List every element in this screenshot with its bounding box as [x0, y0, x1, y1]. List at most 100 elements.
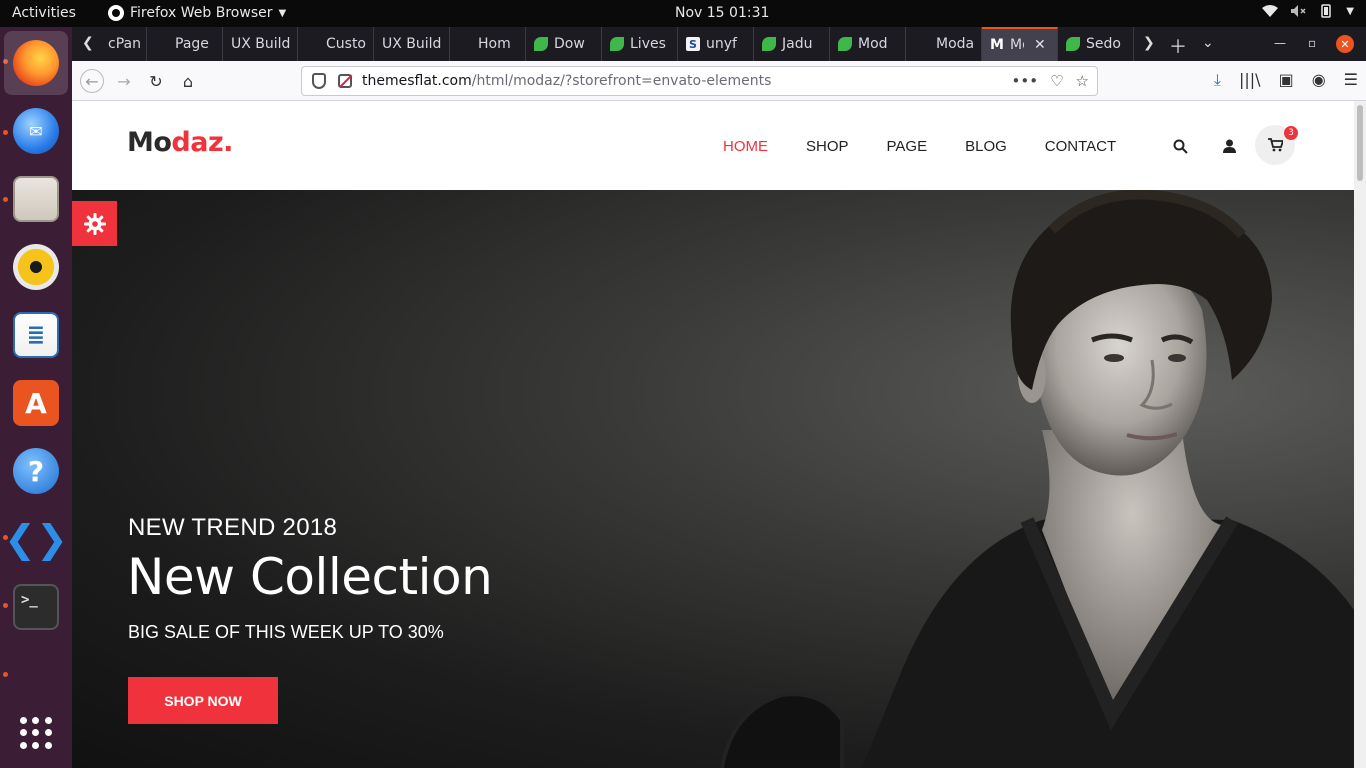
- site-logo[interactable]: Modaz.: [127, 127, 233, 158]
- vscode-icon: ❮❯: [4, 517, 68, 561]
- firefox-icon: [13, 40, 59, 86]
- dock-vscode[interactable]: ❮❯: [4, 507, 68, 571]
- tab-title: Custo: [326, 36, 366, 52]
- logo-accent: daz.: [171, 127, 233, 158]
- help-icon: ?: [13, 448, 59, 494]
- modaz-favicon-icon: M: [990, 37, 1004, 53]
- menu-icon[interactable]: ☰: [1344, 70, 1358, 90]
- insecure-lock-icon[interactable]: [338, 74, 352, 88]
- hero-subline: BIG SALE OF THIS WEEK UP TO 30%: [128, 622, 444, 642]
- tab-scroll-left-icon[interactable]: ❮: [82, 35, 94, 51]
- main-navigation: HOME SHOP PAGE BLOG CONTACT: [723, 138, 1154, 155]
- reload-icon[interactable]: ↻: [144, 69, 168, 93]
- writer-icon: ≣: [13, 312, 59, 358]
- pocket-icon[interactable]: ♡: [1050, 72, 1063, 90]
- nav-page[interactable]: PAGE: [887, 138, 928, 155]
- scrollbar-thumb[interactable]: [1357, 105, 1363, 181]
- dock-help[interactable]: ?: [4, 439, 68, 503]
- downloads-icon[interactable]: ⤓: [1214, 70, 1221, 90]
- browser-tab[interactable]: Page: [147, 27, 223, 61]
- web-page: Modaz. HOME SHOP PAGE BLOG CONTACT 3 NEW…: [72, 101, 1354, 768]
- address-bar[interactable]: themesflat.com/html/modaz/?storefront=en…: [301, 66, 1098, 96]
- dock-writer[interactable]: ≣: [4, 303, 68, 367]
- nav-contact[interactable]: CONTACT: [1045, 138, 1116, 155]
- tab-title: UX Build: [231, 36, 291, 52]
- library-icon[interactable]: |||\: [1239, 70, 1261, 90]
- page-actions-icon[interactable]: •••: [1012, 72, 1039, 90]
- settings-gear-icon[interactable]: [72, 201, 117, 246]
- firefox-app-icon: [108, 5, 124, 21]
- browser-tab-active[interactable]: M Mo ✕: [982, 27, 1058, 61]
- show-applications-icon[interactable]: [20, 717, 52, 749]
- system-menu-caret-icon: ▼: [1346, 5, 1354, 17]
- search-icon[interactable]: [1168, 134, 1192, 158]
- browser-tab[interactable]: Moda: [906, 27, 982, 61]
- shop-now-button[interactable]: SHOP NOW: [128, 677, 278, 724]
- browser-tab[interactable]: Jadu: [754, 27, 830, 61]
- browser-tab[interactable]: Sedo: [1058, 27, 1134, 61]
- browser-tab[interactable]: UX Build: [374, 27, 450, 61]
- tab-title: Hom: [478, 36, 511, 52]
- tab-title: cPan: [108, 36, 141, 52]
- new-tab-icon[interactable]: ＋: [1169, 33, 1187, 59]
- tab-title: Dow: [554, 36, 585, 52]
- leaf-favicon-icon: [762, 37, 776, 51]
- cart-count-badge: 3: [1284, 126, 1298, 140]
- files-icon: [13, 176, 59, 222]
- wifi-icon: [1262, 5, 1279, 17]
- minimize-icon[interactable]: —: [1274, 36, 1286, 50]
- cart-icon: [1267, 138, 1283, 152]
- url-path: /html/modaz/?storefront=envato-elements: [471, 73, 772, 89]
- nav-home[interactable]: HOME: [723, 138, 768, 155]
- clock[interactable]: Nov 15 01:31: [675, 5, 769, 21]
- browser-tab[interactable]: cPan: [100, 27, 147, 61]
- dock-files[interactable]: [4, 167, 68, 231]
- tracking-shield-icon[interactable]: [312, 73, 326, 89]
- browser-tab[interactable]: Dow: [526, 27, 602, 61]
- home-icon[interactable]: ⌂: [176, 69, 200, 93]
- tab-title: Jadu: [782, 36, 813, 52]
- system-tray[interactable]: ▼: [1262, 4, 1354, 18]
- back-icon[interactable]: ←: [80, 69, 104, 93]
- volume-muted-icon: [1291, 5, 1306, 17]
- browser-tab[interactable]: Lives: [602, 27, 678, 61]
- tab-title: Page: [175, 36, 209, 52]
- tab-title: Lives: [630, 36, 666, 52]
- url-domain: themesflat.com: [362, 73, 472, 89]
- software-store-icon: A: [13, 380, 59, 426]
- bookmark-star-icon[interactable]: ☆: [1076, 72, 1089, 90]
- dock-thunderbird[interactable]: ✉: [4, 99, 68, 163]
- account-icon[interactable]: ◉: [1312, 70, 1326, 90]
- close-window-icon[interactable]: ✕: [1336, 35, 1354, 53]
- leaf-favicon-icon: [838, 37, 852, 51]
- dock-rhythmbox[interactable]: [4, 235, 68, 299]
- leaf-favicon-icon: [1066, 37, 1080, 51]
- url-text[interactable]: themesflat.com/html/modaz/?storefront=en…: [362, 73, 771, 89]
- browser-tab[interactable]: Sunyf: [678, 27, 754, 61]
- dock-firefox[interactable]: [4, 31, 68, 95]
- dock-software[interactable]: A: [4, 371, 68, 435]
- tab-title: Mo: [1010, 37, 1024, 53]
- user-icon[interactable]: [1217, 134, 1241, 158]
- browser-tab-strip: ❮ cPan Page UX Build Custo UX Build Hom …: [72, 27, 1366, 61]
- browser-tab[interactable]: UX Build: [223, 27, 298, 61]
- nav-blog[interactable]: BLOG: [965, 138, 1007, 155]
- browser-tab[interactable]: Mod: [830, 27, 906, 61]
- thunderbird-icon: ✉: [13, 108, 59, 154]
- forward-icon[interactable]: →: [112, 69, 136, 93]
- close-tab-icon[interactable]: ✕: [1034, 37, 1046, 53]
- list-tabs-icon[interactable]: ⌄: [1202, 35, 1214, 51]
- activities-button[interactable]: Activities: [12, 5, 76, 21]
- browser-tab[interactable]: Hom: [450, 27, 526, 61]
- tab-scroll-right-icon[interactable]: ❯: [1143, 35, 1155, 51]
- tab-title: Mod: [858, 36, 888, 52]
- dock-terminal[interactable]: >_: [4, 575, 68, 639]
- sidebar-icon[interactable]: ▣: [1279, 70, 1294, 90]
- page-scrollbar[interactable]: [1354, 101, 1366, 768]
- nav-shop[interactable]: SHOP: [806, 138, 849, 155]
- browser-tab[interactable]: Custo: [298, 27, 374, 61]
- app-menu[interactable]: Firefox Web Browser ▼: [108, 5, 286, 21]
- maximize-icon[interactable]: ▫: [1308, 36, 1316, 50]
- terminal-icon: >_: [13, 584, 59, 630]
- tab-title: UX Build: [382, 36, 442, 52]
